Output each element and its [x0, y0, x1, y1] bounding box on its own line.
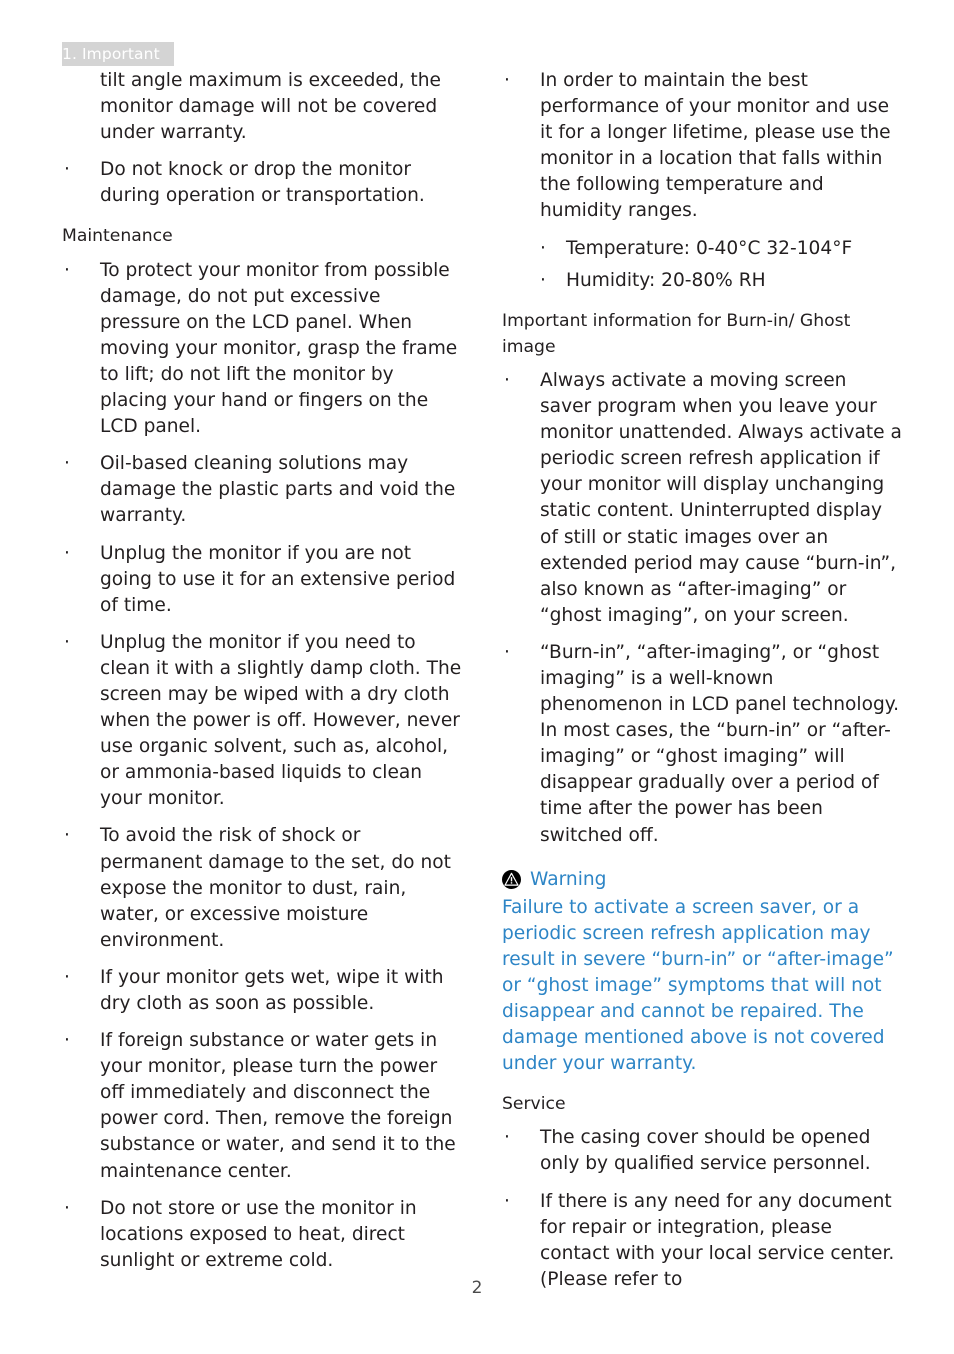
list-item-text: If your monitor gets wet, wipe it with d… [100, 966, 444, 1014]
bullet-marker: · [64, 631, 70, 653]
list-item-text: To protect your monitor from possible da… [100, 259, 458, 438]
list-item: · Do not knock or drop the monitor durin… [62, 157, 462, 209]
document-page: 1. Important tilt angle maximum is excee… [0, 0, 954, 1354]
list-item-text: Do not knock or drop the monitor during … [100, 159, 425, 207]
list-item: · To protect your monitor from possible … [62, 258, 462, 441]
list-item-text: To avoid the risk of shock or permanent … [100, 825, 451, 951]
burn-in-bullet-list: · Always activate a moving screen saver … [502, 368, 902, 849]
bullet-marker: · [504, 369, 510, 391]
temperature-range-text: Temperature: 0-40°C 32-104°F [566, 237, 853, 259]
warning-title: Warning [530, 868, 607, 890]
bullet-marker: · [64, 259, 70, 281]
list-item-text: Do not store or use the monitor in locat… [100, 1197, 417, 1271]
list-item-text: In order to maintain the best performanc… [540, 70, 891, 222]
maintenance-bullet-list: · To protect your monitor from possible … [62, 258, 462, 1274]
warning-triangle-icon [502, 870, 521, 890]
bullet-marker: · [504, 641, 510, 663]
sub-list-item: · Temperature: 0-40°C 32-104°F [540, 236, 902, 262]
list-item: · Unplug the monitor if you are not goin… [62, 541, 462, 619]
sub-list-item: · Humidity: 20-80% RH [540, 268, 902, 294]
bullet-marker: · [504, 1190, 510, 1212]
list-item-text: If foreign substance or water gets in yo… [100, 1030, 456, 1182]
list-item: · The casing cover should be opened only… [502, 1125, 902, 1177]
left-top-bullet-list: · Do not knock or drop the monitor durin… [62, 157, 462, 209]
bullet-marker: · [64, 159, 70, 181]
list-item-text: “Burn-in”, “after-imaging”, or “ghost im… [540, 641, 900, 846]
list-item: · If your monitor gets wet, wipe it with… [62, 965, 462, 1017]
warning-body-text: Failure to activate a screen saver, or a… [502, 896, 894, 1075]
bullet-marker: · [64, 542, 70, 564]
list-item-text: Unplug the monitor if you need to clean … [100, 631, 462, 810]
list-item: · Unplug the monitor if you need to clea… [62, 630, 462, 813]
list-item: · If foreign substance or water gets in … [62, 1028, 462, 1185]
bullet-marker: · [504, 70, 510, 91]
continuation-paragraph: tilt angle maximum is exceeded, the moni… [100, 70, 441, 144]
list-item: · To avoid the risk of shock or permanen… [62, 823, 462, 953]
bullet-marker: · [64, 1030, 70, 1052]
maintenance-heading: Maintenance [62, 226, 173, 247]
environment-sub-bullet-list: · Temperature: 0-40°C 32-104°F · Humidit… [502, 236, 902, 294]
list-item-text: The casing cover should be opened only b… [540, 1127, 871, 1175]
warning-header: Warning [502, 867, 902, 893]
page-number: 2 [471, 1278, 483, 1298]
bullet-marker: · [64, 825, 70, 847]
service-heading: Service [502, 1094, 566, 1115]
list-item-text: If there is any need for any document fo… [540, 1190, 895, 1290]
warning-callout: Warning Failure to activate a screen sav… [502, 867, 902, 1078]
bullet-marker: · [64, 1197, 70, 1219]
environment-bullet-list: · In order to maintain the best performa… [502, 68, 902, 225]
list-item-text: Always activate a moving screen saver pr… [540, 369, 902, 626]
bullet-marker: · [64, 453, 70, 475]
burn-in-heading: Important information for Burn-in/ Ghost… [502, 310, 851, 357]
list-item: · In order to maintain the best performa… [502, 68, 902, 225]
service-bullet-list: · The casing cover should be opened only… [502, 1125, 902, 1293]
bullet-marker: · [540, 269, 546, 291]
bullet-marker: · [540, 237, 546, 259]
bullet-marker: · [504, 1127, 510, 1149]
list-item: · Always activate a moving screen saver … [502, 368, 902, 629]
bullet-marker: · [64, 966, 70, 988]
list-item-text: Unplug the monitor if you are not going … [100, 542, 456, 616]
list-item: · Oil-based cleaning solutions may damag… [62, 451, 462, 529]
humidity-range-text: Humidity: 20-80% RH [566, 269, 766, 291]
chapter-header-tag: 1. Important [62, 42, 174, 66]
left-column: tilt angle maximum is exceeded, the moni… [62, 68, 462, 1285]
list-item-text: Oil-based cleaning solutions may damage … [100, 453, 456, 527]
list-item: · “Burn-in”, “after-imaging”, or “ghost … [502, 640, 902, 849]
list-item: · Do not store or use the monitor in loc… [62, 1196, 462, 1274]
right-column: · In order to maintain the best performa… [502, 68, 902, 1304]
